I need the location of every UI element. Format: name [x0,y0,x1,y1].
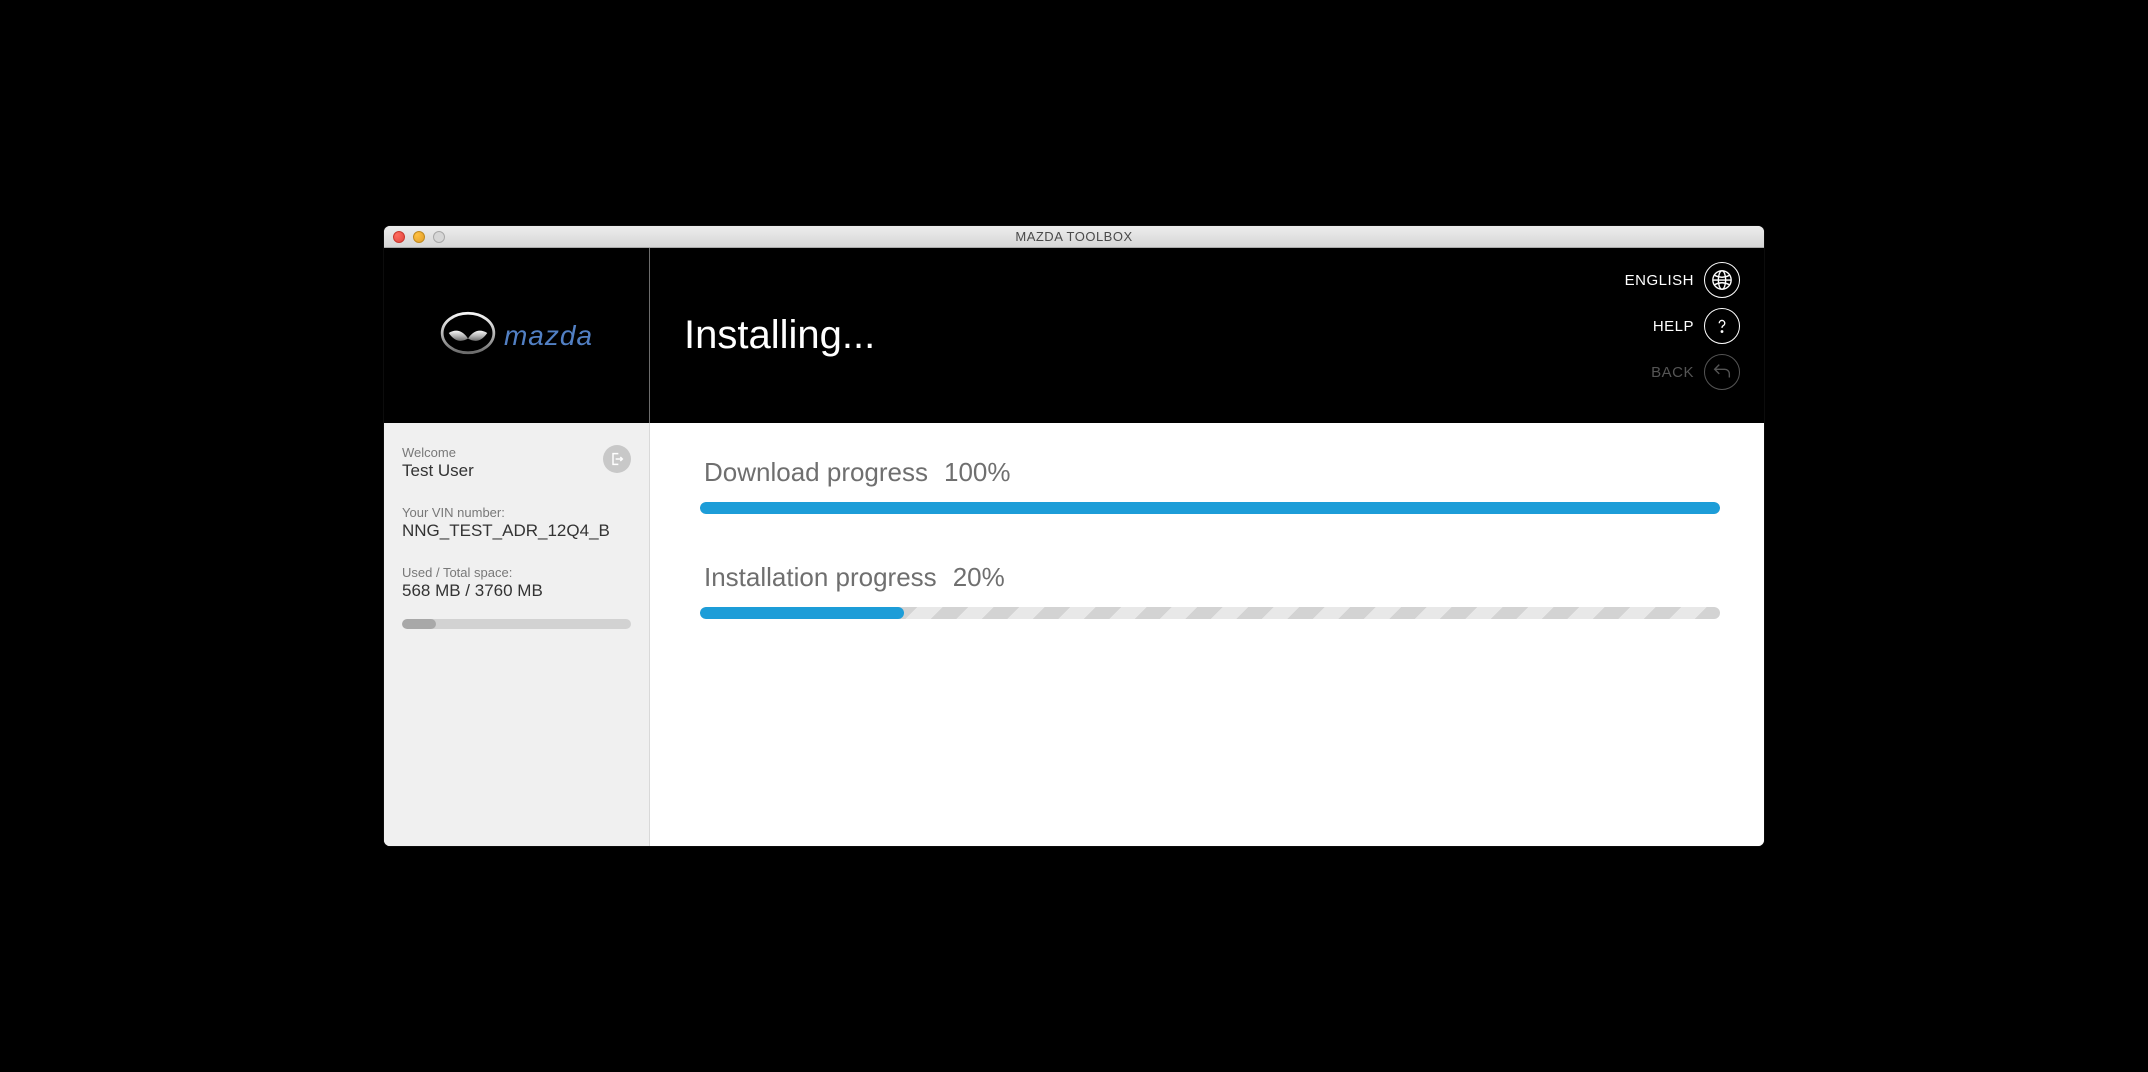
username: Test User [402,461,631,481]
question-icon [1704,308,1740,344]
globe-icon [1704,262,1740,298]
back-button: BACK [1651,354,1740,390]
window-titlebar: MAZDA TOOLBOX [384,226,1764,248]
install-progress-bar [700,607,1720,619]
app-body: mazda Installing... ENGLISH [384,248,1764,846]
logo-section: mazda [384,248,650,423]
help-button[interactable]: HELP [1653,308,1740,344]
download-progress-block: Download progress 100% [700,457,1726,514]
mazda-emblem-icon [440,311,496,360]
header-buttons: ENGLISH HELP [1625,262,1740,390]
install-progress-header: Installation progress 20% [700,562,1726,593]
help-label: HELP [1653,318,1694,335]
page-title: Installing... [684,313,875,358]
mazda-logo: mazda [440,311,593,360]
space-value: 568 MB / 3760 MB [402,581,631,601]
window-maximize-button[interactable] [433,231,445,243]
space-block: Used / Total space: 568 MB / 3760 MB [402,565,631,601]
language-label: ENGLISH [1625,272,1694,289]
main-panel: Download progress 100% Installation prog… [650,423,1764,846]
header-main: Installing... ENGLISH [650,248,1764,423]
traffic-lights [384,231,445,243]
install-progress-percent: 20% [953,562,1005,593]
content-row: Welcome Test User Your VIN number: NNG_T… [384,423,1764,846]
install-progress-label: Installation progress [704,562,937,593]
storage-bar [402,619,631,629]
download-progress-bar [700,502,1720,514]
vin-value: NNG_TEST_ADR_12Q4_B [402,521,631,541]
window-minimize-button[interactable] [413,231,425,243]
back-label: BACK [1651,364,1694,381]
app-header: mazda Installing... ENGLISH [384,248,1764,423]
welcome-block: Welcome Test User [402,445,631,481]
space-label: Used / Total space: [402,565,631,580]
sidebar: Welcome Test User Your VIN number: NNG_T… [384,423,650,846]
install-progress-block: Installation progress 20% [700,562,1726,619]
download-progress-header: Download progress 100% [700,457,1726,488]
download-progress-percent: 100% [944,457,1011,488]
vin-label: Your VIN number: [402,505,631,520]
app-window: MAZDA TOOLBOX [384,226,1764,846]
logout-button[interactable] [603,445,631,473]
install-progress-fill [700,607,904,619]
vin-block: Your VIN number: NNG_TEST_ADR_12Q4_B [402,505,631,541]
back-arrow-icon [1704,354,1740,390]
logout-icon [609,451,625,467]
download-progress-label: Download progress [704,457,928,488]
download-progress-fill [700,502,1720,514]
welcome-label: Welcome [402,445,631,460]
mazda-wordmark: mazda [504,320,593,352]
window-title: MAZDA TOOLBOX [1015,229,1132,244]
window-close-button[interactable] [393,231,405,243]
storage-fill [402,619,436,629]
language-button[interactable]: ENGLISH [1625,262,1740,298]
